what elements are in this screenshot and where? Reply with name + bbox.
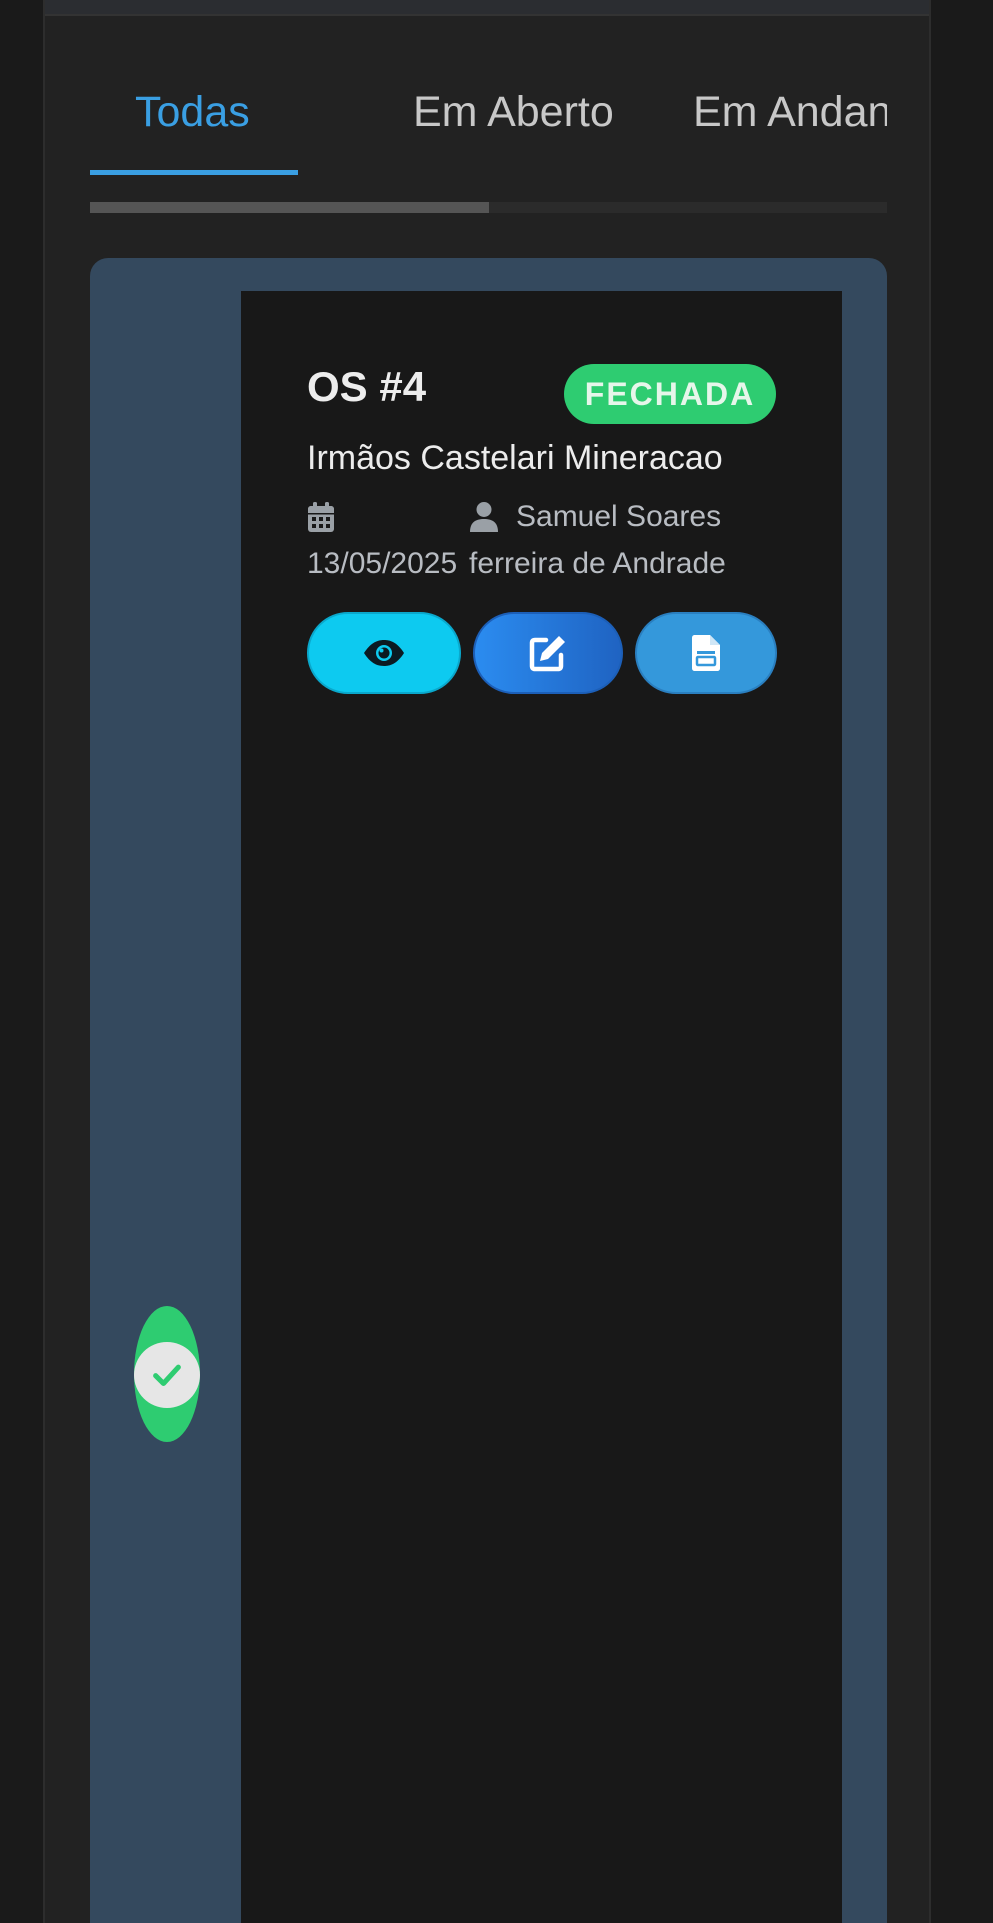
user-icon [470, 502, 498, 532]
technician-name-first: Samuel Soares [516, 500, 722, 533]
tab-bar: Todas Em Aberto Em Andan [90, 70, 887, 175]
eye-icon [364, 640, 404, 666]
app-frame: Todas Em Aberto Em Andan OS #4 FECHADA I… [43, 0, 931, 1923]
tab-em-aberto[interactable]: Em Aberto [413, 88, 614, 137]
order-details: OS #4 FECHADA Irmãos Castelari Mineracao [241, 291, 842, 1923]
report-button[interactable] [635, 612, 777, 694]
edit-icon [529, 636, 565, 672]
order-title: OS #4 [307, 363, 427, 410]
status-badge: FECHADA [564, 364, 776, 424]
tab-todas[interactable]: Todas [135, 88, 250, 137]
technician-name-rest: ferreira de Andrade [469, 547, 726, 580]
edit-button[interactable] [473, 612, 623, 694]
client-name: Irmãos Castelari Mineracao [307, 439, 723, 477]
tab-scrollbar[interactable] [90, 202, 887, 213]
top-bar [45, 0, 929, 16]
status-indicator-dot [134, 1342, 200, 1408]
order-card: OS #4 FECHADA Irmãos Castelari Mineracao [90, 258, 887, 1923]
status-indicator [134, 1306, 200, 1442]
order-date: 13/05/2025 [307, 547, 458, 580]
view-button[interactable] [307, 612, 461, 694]
active-tab-indicator [90, 170, 298, 175]
check-icon [153, 1364, 181, 1387]
calendar-icon [308, 502, 334, 532]
tab-em-andamento[interactable]: Em Andan [693, 88, 887, 137]
tab-scrollbar-thumb[interactable] [90, 202, 489, 213]
document-icon [692, 635, 720, 671]
